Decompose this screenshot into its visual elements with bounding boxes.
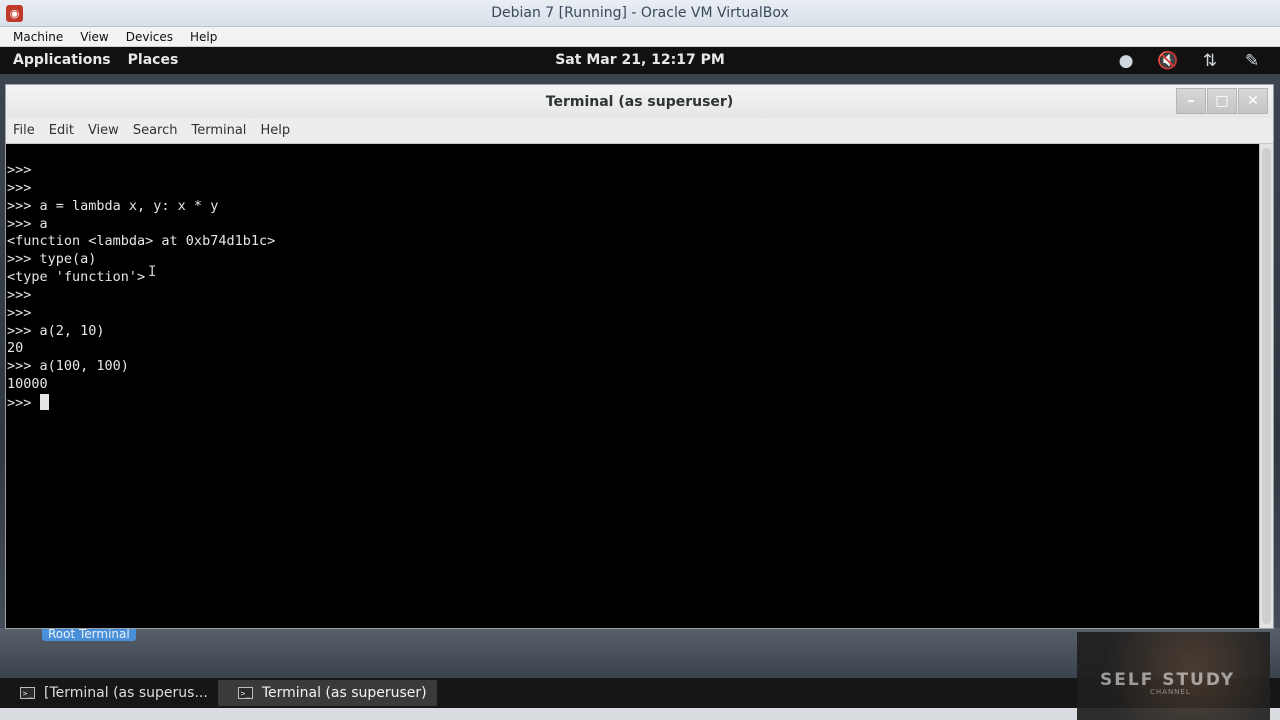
text-cursor (39, 393, 49, 410)
terminal-menu-search[interactable]: Search (126, 123, 185, 138)
close-button[interactable]: ✕ (1238, 88, 1268, 114)
vbox-menu-machine[interactable]: Machine (0, 30, 71, 44)
taskbar-item-terminal-minimized[interactable]: >_ [Terminal (as superus... (0, 680, 218, 706)
terminal-menu-terminal[interactable]: Terminal (184, 123, 253, 138)
vbox-menu-view[interactable]: View (71, 30, 116, 44)
terminal-output[interactable]: >>> >>> >>> a = lambda x, y: x * y >>> a… (6, 144, 1259, 628)
vbox-menu-devices[interactable]: Devices (117, 30, 181, 44)
vbox-titlebar: ◉ Debian 7 [Running] - Oracle VM Virtual… (0, 0, 1280, 27)
terminal-line: >>> (7, 179, 32, 196)
panel-clock[interactable]: Sat Mar 21, 12:17 PM (0, 52, 1280, 68)
gnome-top-panel: Applications Places Sat Mar 21, 12:17 PM… (0, 47, 1280, 74)
minimize-icon: – (1187, 93, 1195, 109)
taskbar-item-label: [Terminal (as superus... (44, 685, 208, 701)
maximize-icon: □ (1215, 93, 1229, 109)
ibeam-cursor-icon: I (148, 264, 157, 280)
terminal-line: >>> (7, 162, 32, 178)
terminal-line: >>> type(a) (7, 251, 97, 268)
terminal-menu-file[interactable]: File (6, 123, 42, 138)
taskbar-item-label: Terminal (as superuser) (261, 685, 427, 701)
terminal-line: >>> (7, 304, 32, 321)
terminal-line: 10000 (7, 376, 48, 393)
scrollbar-thumb[interactable] (1262, 148, 1271, 624)
terminal-prompt-line[interactable]: >>> (7, 393, 1259, 412)
terminal-window-title: Terminal (as superuser) (545, 93, 734, 110)
terminal-line: >>> a(100, 100) (7, 358, 129, 375)
taskbar-item-terminal-active[interactable]: >_ Terminal (as superuser) (217, 680, 437, 706)
minimize-button[interactable]: – (1176, 88, 1206, 114)
terminal-prompt: >>> (7, 394, 40, 411)
terminal-line: <type 'function'> (7, 269, 146, 286)
vbox-menu-help[interactable]: Help (181, 30, 225, 44)
vbox-window-title: Debian 7 [Running] - Oracle VM VirtualBo… (491, 5, 789, 21)
terminal-line: >>> a = lambda x, y: x * y (7, 197, 219, 214)
vbox-menubar: Machine View Devices Help (0, 27, 1280, 47)
notification-icon[interactable]: ● (1114, 50, 1138, 72)
terminal-menu-edit[interactable]: Edit (42, 123, 81, 138)
terminal-window: Terminal (as superuser) – □ ✕ File Edit … (5, 84, 1274, 629)
watermark-title: SELF STUDY (1100, 670, 1236, 690)
terminal-scrollbar[interactable] (1259, 144, 1273, 628)
volume-muted-icon[interactable]: 🔇 (1156, 50, 1180, 72)
terminal-line: >>> a(2, 10) (7, 322, 105, 339)
watermark-subtitle: CHANNEL (1150, 688, 1191, 696)
terminal-line: <function <lambda> at 0xb74d1b1c> (7, 233, 276, 250)
close-icon: ✕ (1247, 93, 1259, 109)
terminal-icon: >_ (237, 687, 253, 699)
virtualbox-logo-icon: ◉ (6, 5, 23, 22)
terminal-titlebar[interactable]: Terminal (as superuser) – □ ✕ (6, 85, 1273, 118)
user-icon[interactable]: ✎ (1240, 50, 1264, 72)
terminal-menu-help[interactable]: Help (253, 123, 297, 138)
terminal-menubar: File Edit View Search Terminal Help (6, 118, 1273, 144)
terminal-line: 20 (7, 340, 24, 357)
terminal-menu-view[interactable]: View (81, 123, 126, 138)
network-icon[interactable]: ⇅ (1198, 50, 1222, 72)
terminal-icon: >_ (20, 687, 35, 699)
terminal-line: >>> (7, 286, 32, 303)
maximize-button[interactable]: □ (1207, 88, 1237, 114)
terminal-line: >>> a (7, 215, 48, 232)
